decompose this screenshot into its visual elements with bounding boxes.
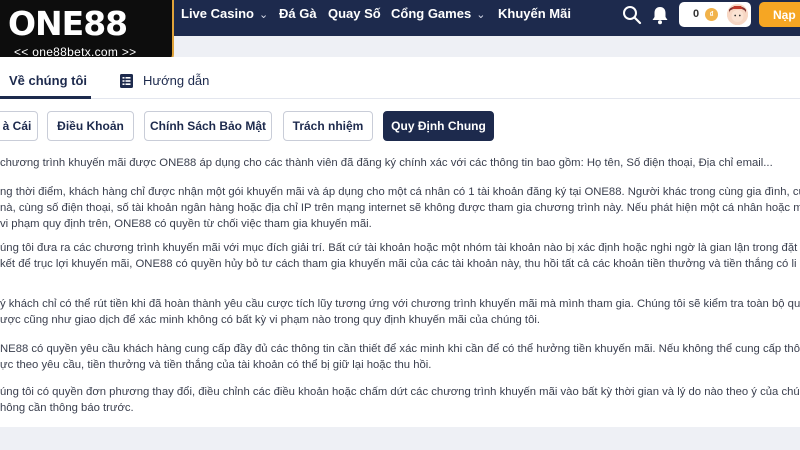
rule-line: hông cần thông báo trước. xyxy=(0,402,134,414)
list-icon xyxy=(120,74,133,88)
active-tab-indicator xyxy=(0,96,91,99)
rule-line: chương trình khuyến mãi được ONE88 áp dụ… xyxy=(0,157,773,169)
tab-about-us[interactable]: Về chúng tôi xyxy=(9,73,87,88)
nav-item-quay-so[interactable]: Quay Số xyxy=(328,6,381,21)
nav-item-label: Đá Gà xyxy=(279,6,317,21)
balance-widget[interactable]: 0 ₫ xyxy=(679,2,751,27)
rule-paragraph: ng thời điểm, khách hàng chỉ được nhận m… xyxy=(0,184,800,232)
policy-button-general-rules[interactable]: Quy Định Chung xyxy=(383,111,494,141)
nav-item-live-casino[interactable]: Live Casino ⌄ xyxy=(181,6,268,21)
bell-icon[interactable] xyxy=(651,5,669,25)
rule-line: vi phạm quy định trên, ONE88 có quyền từ… xyxy=(0,218,372,230)
rule-paragraph: NE88 có quyền yêu cầu khách hàng cung cấ… xyxy=(0,341,800,373)
rule-line: nà, cùng số điện thoại, số tài khoản ngâ… xyxy=(0,202,800,214)
rule-line: ược cũng như giao dịch để xác minh không… xyxy=(0,314,541,326)
rule-line: úng tôi có quyền đơn phương thay đổi, đi… xyxy=(0,386,800,398)
policy-button-nha-cai[interactable]: à Cái xyxy=(0,111,38,141)
nav-item-label: Live Casino xyxy=(181,6,254,21)
chevron-down-icon: ⌄ xyxy=(476,9,486,21)
rule-line: NE88 có quyền yêu cầu khách hàng cung cấ… xyxy=(0,343,800,355)
rule-paragraph: ý khách chỉ có thể rút tiền khi đã hoàn … xyxy=(0,296,800,328)
policy-button-responsibility[interactable]: Trách nhiệm xyxy=(283,111,373,141)
nav-item-label: Quay Số xyxy=(328,6,381,21)
tab-divider xyxy=(0,98,800,99)
policy-button-terms[interactable]: Điều Khoản xyxy=(47,111,134,141)
brand-logo[interactable]: ONE88 << one88betx.com >> xyxy=(0,0,174,64)
content-card: Về chúng tôi Hướng dẫn à Cái Điều Khoản … xyxy=(0,57,800,427)
deposit-button[interactable]: Nạp xyxy=(759,2,800,27)
nav-item-cong-games[interactable]: Cổng Games ⌄ xyxy=(391,6,485,21)
nav-item-label: Cổng Games xyxy=(391,6,472,21)
rule-line: úng tôi đưa ra các chương trình khuyến m… xyxy=(0,242,800,254)
tab-guide[interactable]: Hướng dẫn xyxy=(143,73,209,88)
nav-item-label: Khuyến Mãi xyxy=(498,6,571,21)
policy-button-privacy[interactable]: Chính Sách Bảo Mật xyxy=(144,111,272,141)
rule-line: kết để trục lợi khuyến mãi, ONE88 có quy… xyxy=(0,258,797,270)
logo-text: ONE88 xyxy=(8,4,128,43)
balance-amount: 0 xyxy=(693,8,700,20)
rule-line: ng thời điểm, khách hàng chỉ được nhận m… xyxy=(0,186,800,198)
page-background-footer xyxy=(0,427,800,450)
rule-paragraph: úng tôi đưa ra các chương trình khuyến m… xyxy=(0,240,800,272)
search-icon[interactable] xyxy=(622,5,642,25)
avatar-face-icon xyxy=(727,4,748,25)
rule-paragraph: úng tôi có quyền đơn phương thay đổi, đi… xyxy=(0,384,800,416)
nav-item-khuyen-mai[interactable]: Khuyến Mãi xyxy=(498,6,571,21)
rule-line: ý khách chỉ có thể rút tiền khi đã hoàn … xyxy=(0,298,800,310)
rule-line: ực theo yêu cầu, tiền thưởng và tiền thắ… xyxy=(0,359,432,371)
coin-icon: ₫ xyxy=(705,8,718,21)
avatar[interactable] xyxy=(727,4,748,25)
nav-item-da-ga[interactable]: Đá Gà xyxy=(279,6,317,21)
rule-paragraph: chương trình khuyến mãi được ONE88 áp dụ… xyxy=(0,155,800,171)
chevron-down-icon: ⌄ xyxy=(258,9,269,21)
